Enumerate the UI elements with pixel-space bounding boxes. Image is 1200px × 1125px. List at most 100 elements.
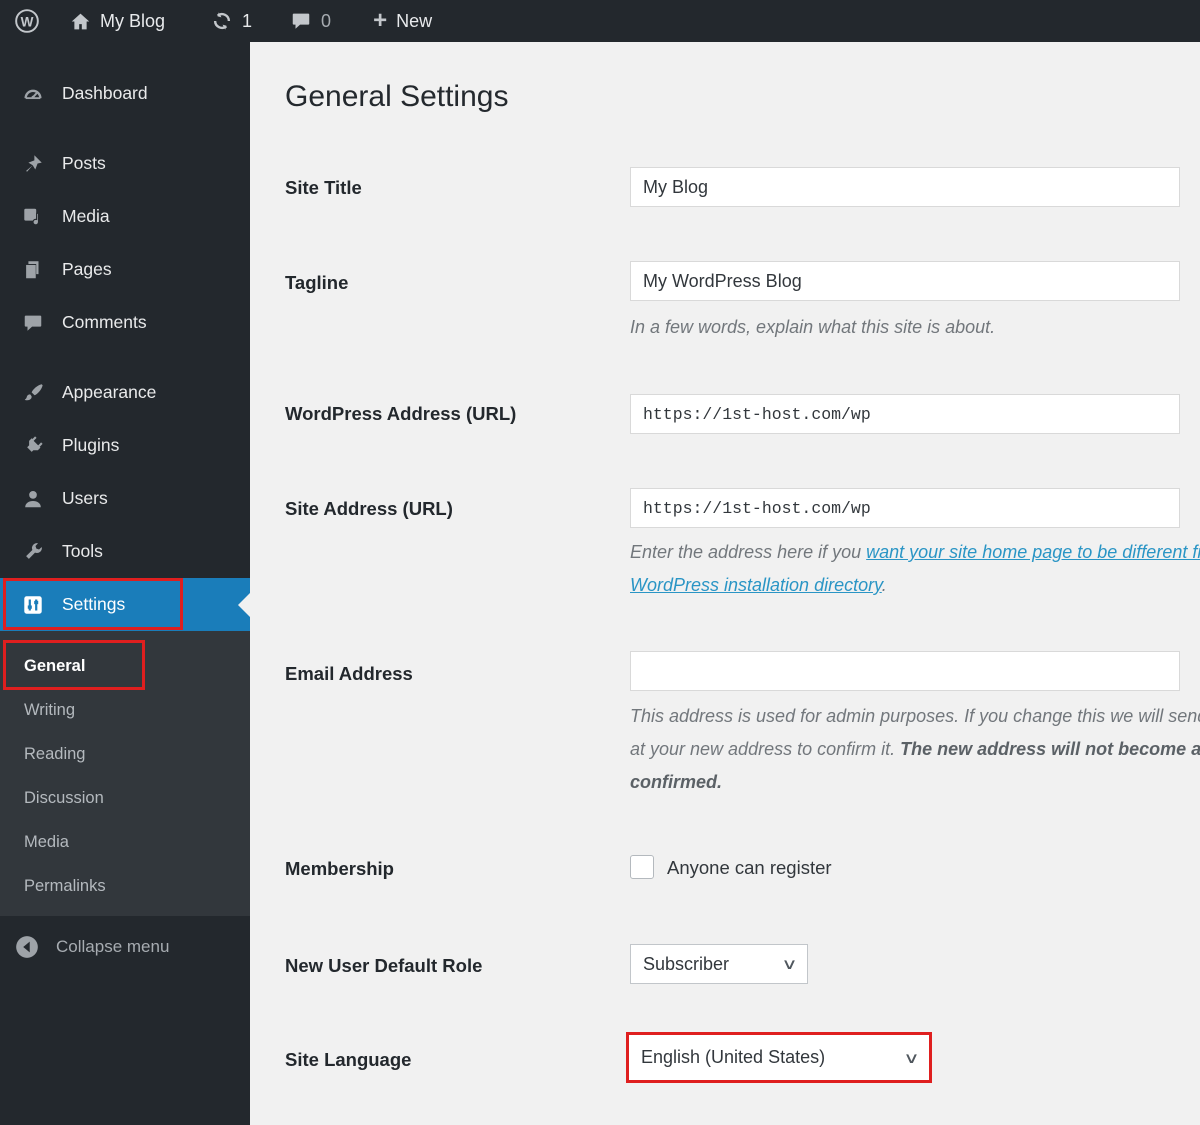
comment-bubble-icon (290, 10, 312, 32)
highlight-box-site-language: English (United States) ∨ (626, 1032, 932, 1083)
comment-bubble-icon (22, 312, 44, 334)
anyone-can-register-checkbox[interactable] (630, 855, 654, 879)
tagline-input[interactable] (630, 261, 1180, 301)
sidebar-item-media[interactable]: Media (0, 190, 250, 243)
membership-label: Membership (285, 858, 394, 879)
media-icon (22, 206, 44, 228)
general-settings-page: General Settings Site Title Tagline In a… (250, 42, 1200, 1125)
plug-icon (22, 435, 44, 457)
site-title-input[interactable] (630, 167, 1180, 207)
tagline-help: In a few words, explain what this site i… (630, 317, 996, 337)
home-icon (70, 11, 91, 32)
new-label: New (396, 10, 433, 31)
menu-separator (0, 120, 250, 137)
site-address-label: Site Address (URL) (285, 498, 453, 519)
sidebar-item-label: Appearance (62, 382, 157, 402)
site-title-label: Site Title (285, 177, 362, 198)
update-icon (211, 10, 233, 32)
submenu-item-permalinks[interactable]: Permalinks (0, 864, 250, 908)
email-help-line2: at your new address to confirm it. The n… (630, 737, 1200, 761)
chevron-down-icon: ∨ (903, 1049, 920, 1067)
help-text: at your new address to confirm it. (630, 739, 901, 759)
page-title: General Settings (285, 80, 509, 113)
submenu-label: Discussion (24, 788, 104, 807)
sidebar-item-label: Users (62, 488, 108, 508)
email-help-line3: confirmed. (630, 770, 722, 794)
sidebar-item-settings[interactable]: Settings (0, 578, 250, 631)
new-user-role-label: New User Default Role (285, 955, 483, 976)
site-language-select[interactable]: English (United States) ∨ (629, 1035, 929, 1080)
sidebar-item-tools[interactable]: Tools (0, 525, 250, 578)
sidebar-item-dashboard[interactable]: Dashboard (0, 67, 250, 120)
update-count: 1 (242, 10, 253, 31)
help-text-bold: The new address will not become active u… (900, 739, 1200, 759)
sidebar-item-users[interactable]: Users (0, 472, 250, 525)
sidebar-item-label: Media (62, 206, 110, 226)
sliders-icon (22, 594, 44, 616)
settings-submenu: General Writing Reading Discussion Media… (0, 631, 250, 916)
selected-language: English (United States) (641, 1047, 826, 1067)
sidebar-item-plugins[interactable]: Plugins (0, 419, 250, 472)
sidebar-item-comments[interactable]: Comments (0, 296, 250, 349)
chevron-down-icon: ∨ (781, 956, 798, 973)
sidebar-item-label: Settings (62, 594, 126, 614)
help-text-bold: confirmed. (630, 772, 723, 792)
submenu-item-general[interactable]: General (0, 644, 250, 688)
sidebar-item-label: Pages (62, 259, 112, 279)
collapse-menu-label: Collapse menu (56, 937, 170, 956)
new-content-button[interactable]: + New (373, 7, 433, 34)
plus-icon: + (373, 7, 388, 34)
new-user-role-select[interactable]: Subscriber ∨ (630, 944, 808, 984)
person-icon (22, 488, 44, 510)
submenu-label: Media (24, 832, 69, 851)
admin-bar: W My Blog 1 0 + New (0, 0, 1200, 42)
email-help-line1: This address is used for admin purposes.… (630, 706, 1200, 726)
wordpress-address-input[interactable] (630, 394, 1180, 434)
sidebar-item-label: Plugins (62, 435, 120, 455)
collapse-menu-button[interactable]: Collapse menu (0, 926, 250, 968)
sidebar-item-label: Tools (62, 541, 103, 561)
anyone-can-register-label: Anyone can register (667, 857, 832, 878)
sidebar-item-posts[interactable]: Posts (0, 137, 250, 190)
paintbrush-icon (22, 382, 44, 404)
installation-directory-link[interactable]: WordPress installation directory (630, 575, 882, 595)
comments-link[interactable]: 0 (290, 10, 331, 32)
svg-text:W: W (21, 14, 34, 29)
wrench-icon (22, 541, 44, 563)
help-text: . (881, 575, 887, 595)
sidebar-item-label: Comments (62, 312, 147, 332)
submenu-label: General (24, 656, 86, 675)
wordpress-logo-icon[interactable]: W (14, 8, 40, 34)
sidebar-item-appearance[interactable]: Appearance (0, 366, 250, 419)
pushpin-icon (22, 153, 44, 175)
site-address-help-line1: Enter the address here if you want your … (630, 540, 1200, 564)
site-name: My Blog (100, 10, 166, 31)
submenu-item-media[interactable]: Media (0, 820, 250, 864)
site-address-input[interactable] (630, 488, 1180, 528)
sidebar-item-label: Posts (62, 153, 106, 173)
submenu-label: Reading (24, 744, 86, 763)
site-language-label: Site Language (285, 1049, 412, 1070)
visit-site-link[interactable]: My Blog (70, 11, 165, 32)
email-address-input[interactable] (630, 651, 1180, 691)
email-address-label: Email Address (285, 663, 413, 684)
tagline-label: Tagline (285, 272, 349, 293)
submenu-label: Writing (24, 700, 76, 719)
site-home-page-link[interactable]: want your site home page to be different… (866, 542, 1200, 562)
submenu-item-discussion[interactable]: Discussion (0, 776, 250, 820)
submenu-label: Permalinks (24, 876, 106, 895)
submenu-item-reading[interactable]: Reading (0, 732, 250, 776)
comment-count: 0 (321, 10, 332, 31)
updates-link[interactable]: 1 (211, 10, 252, 32)
pages-icon (22, 259, 44, 281)
site-address-help-line2: WordPress installation directory. (630, 573, 887, 597)
collapse-arrow-icon (14, 934, 40, 960)
admin-sidebar: Dashboard Posts Media Pages Comments App… (0, 42, 250, 1125)
menu-separator (0, 349, 250, 366)
submenu-item-writing[interactable]: Writing (0, 688, 250, 732)
help-text: Enter the address here if you (630, 542, 867, 562)
sidebar-item-pages[interactable]: Pages (0, 243, 250, 296)
sidebar-item-label: Dashboard (62, 83, 148, 103)
wordpress-address-label: WordPress Address (URL) (285, 403, 517, 424)
selected-role: Subscriber (643, 953, 730, 974)
